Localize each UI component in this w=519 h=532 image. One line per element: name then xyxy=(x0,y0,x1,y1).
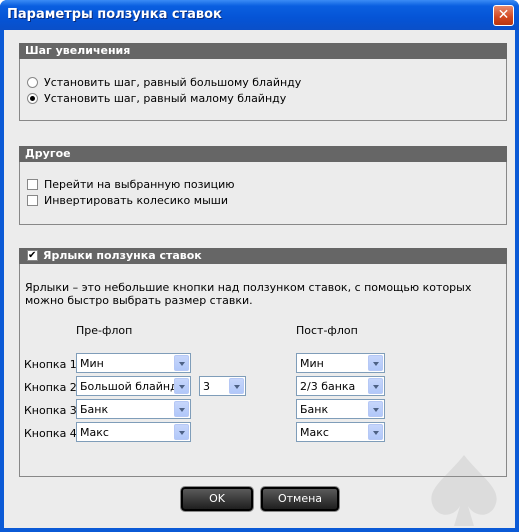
preflop-header: Пре-флоп xyxy=(76,324,133,337)
checkbox-row-go-to-position[interactable]: Перейти на выбранную позицию xyxy=(27,178,235,191)
section-header-step: Шаг увеличения xyxy=(19,43,507,59)
chevron-down-icon[interactable] xyxy=(174,378,189,394)
radio-small-blind[interactable]: Установить шаг, равный малому блайнду xyxy=(27,92,286,105)
postflop-select-4[interactable]: Макс xyxy=(296,422,385,442)
postflop-select-3[interactable]: Банк xyxy=(296,399,385,419)
preflop-select-4-value: Макс xyxy=(80,426,109,439)
dialog-window: Параметры ползунка ставок ✕ Шаг увеличен… xyxy=(0,0,519,532)
chevron-down-icon[interactable] xyxy=(174,401,189,417)
postflop-select-2[interactable]: 2/3 банка xyxy=(296,376,385,396)
preflop-select-4[interactable]: Макс xyxy=(76,422,191,442)
postflop-select-1-value: Мин xyxy=(300,357,324,370)
preflop-select-1[interactable]: Мин xyxy=(76,353,191,373)
preflop-select-3-value: Банк xyxy=(80,403,109,416)
radio-label-small-blind: Установить шаг, равный малому блайнду xyxy=(44,92,287,105)
checkbox-row-invert-wheel[interactable]: Инвертировать колесико мыши xyxy=(27,194,228,207)
checkbox-go-to-position[interactable] xyxy=(27,179,38,190)
ok-button[interactable]: OK xyxy=(181,487,253,511)
labels-description: Ярлыки – это небольшие кнопки над ползун… xyxy=(25,281,472,307)
chevron-down-icon[interactable] xyxy=(174,355,189,371)
checkbox-invert-wheel[interactable] xyxy=(27,195,38,206)
postflop-select-4-value: Макс xyxy=(300,426,329,439)
checkbox-label-go-to-position: Перейти на выбранную позицию xyxy=(44,178,235,191)
multiplier-select-2[interactable]: 3 xyxy=(199,376,246,396)
preflop-select-1-value: Мин xyxy=(80,357,104,370)
chevron-down-icon[interactable] xyxy=(368,378,383,394)
postflop-header: Пост-флоп xyxy=(296,324,358,337)
postflop-select-1[interactable]: Мин xyxy=(296,353,385,373)
radio-big-blind[interactable]: Установить шаг, равный большому блайнду xyxy=(27,76,301,89)
button-1-label: Кнопка 1 xyxy=(24,358,77,371)
radio-label-big-blind: Установить шаг, равный большому блайнду xyxy=(44,76,302,89)
cancel-button[interactable]: Отмена xyxy=(261,487,339,511)
preflop-select-3[interactable]: Банк xyxy=(76,399,191,419)
button-3-label: Кнопка 3 xyxy=(24,404,77,417)
button-2-label: Кнопка 2 xyxy=(24,381,77,394)
window-title: Параметры ползунка ставок xyxy=(7,7,222,22)
section-header-other: Другое xyxy=(19,146,507,162)
chevron-down-icon[interactable] xyxy=(368,355,383,371)
chevron-down-icon[interactable] xyxy=(174,424,189,440)
title-bar[interactable]: Параметры ползунка ставок ✕ xyxy=(0,0,519,30)
section-header-labels[interactable]: Ярлыки ползунка ставок xyxy=(19,248,507,264)
radio-button-big-blind[interactable] xyxy=(27,77,38,88)
close-icon: ✕ xyxy=(497,7,510,23)
preflop-select-2[interactable]: Большой блайнд xyxy=(76,376,191,396)
radio-button-small-blind[interactable] xyxy=(27,93,38,104)
section-title-labels: Ярлыки ползунка ставок xyxy=(43,249,202,262)
section-step-box xyxy=(19,59,507,121)
dialog-body: Шаг увеличения Установить шаг, равный бо… xyxy=(4,30,515,528)
chevron-down-icon[interactable] xyxy=(368,424,383,440)
chevron-down-icon[interactable] xyxy=(368,401,383,417)
postflop-select-2-value: 2/3 банка xyxy=(300,380,356,393)
checkbox-enable-labels[interactable] xyxy=(27,250,38,261)
spade-logo-icon xyxy=(431,455,497,526)
postflop-select-3-value: Банк xyxy=(300,403,329,416)
chevron-down-icon[interactable] xyxy=(229,378,244,394)
button-4-label: Кнопка 4 xyxy=(24,427,77,440)
multiplier-select-2-value: 3 xyxy=(203,380,210,393)
preflop-select-2-value: Большой блайнд xyxy=(80,380,178,393)
checkbox-label-invert-wheel: Инвертировать колесико мыши xyxy=(44,194,228,207)
close-button[interactable]: ✕ xyxy=(493,5,514,26)
